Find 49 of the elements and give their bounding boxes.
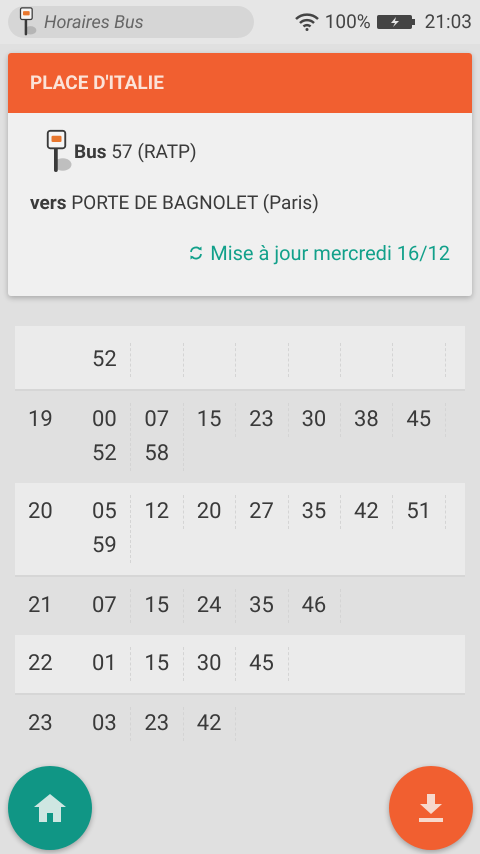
hour-cell: 23 xyxy=(28,711,53,736)
minute-cell: 03 xyxy=(79,707,132,741)
minute-cell: 20 xyxy=(184,495,236,529)
minute-cell: 07 xyxy=(79,589,132,623)
download-icon xyxy=(419,794,443,822)
minute-cell: 23 xyxy=(131,707,184,741)
minute-cell: 00 52 xyxy=(79,403,132,471)
minute-cell: 30 xyxy=(288,403,341,437)
minute-cell: 35 xyxy=(236,589,289,623)
battery-level: 100% xyxy=(324,8,371,35)
bus-stop-sign-icon xyxy=(44,129,74,175)
app-title-pill[interactable]: Horaires Bus xyxy=(8,6,254,38)
minute-cell: 35 xyxy=(288,495,341,529)
minute-cell: 45 xyxy=(236,647,289,681)
minute-cell: 23 xyxy=(236,403,289,437)
update-date[interactable]: Mise à jour mercredi 16/12 xyxy=(210,238,450,268)
minute-cell: 45 xyxy=(393,403,446,437)
minute-cell: 27 xyxy=(236,495,289,529)
minute-cell: 42 xyxy=(184,707,236,741)
hour-cell: 22 xyxy=(28,651,53,676)
minute-cell: 52 xyxy=(79,343,132,377)
minute-cell: 15 xyxy=(131,647,184,681)
stop-name: PLACE D'ITALIE xyxy=(30,70,164,96)
minute-cell: 46 xyxy=(288,589,341,623)
direction: vers PORTE DE BAGNOLET (Paris) xyxy=(30,191,319,214)
minute-cell: 51 xyxy=(393,495,446,529)
minute-cell: 07 58 xyxy=(131,403,184,471)
app-title: Horaires Bus xyxy=(44,10,144,34)
battery-charging-icon xyxy=(376,15,415,29)
home-button[interactable] xyxy=(8,766,92,850)
minute-cell: 30 xyxy=(184,647,236,681)
clock: 21:03 xyxy=(424,8,472,35)
minute-cell: 42 xyxy=(340,495,394,529)
minute-cell: 15 xyxy=(131,589,184,623)
minute-cell: 01 xyxy=(79,647,132,681)
minute-cell: 24 xyxy=(184,589,236,623)
minute-cell: 15 xyxy=(184,403,236,437)
wifi-icon xyxy=(294,13,319,31)
refresh-icon xyxy=(188,244,204,260)
bus-line: Bus 57 (RATP) xyxy=(74,138,197,165)
hour-cell: 21 xyxy=(28,593,53,618)
bus-stop-sign-icon xyxy=(18,7,38,37)
minute-cell: 38 xyxy=(340,403,394,437)
hour-cell: 19 xyxy=(28,407,53,432)
minute-cell: 05 59 xyxy=(79,495,132,563)
download-button[interactable] xyxy=(389,766,473,850)
hour-cell: 20 xyxy=(28,499,53,524)
home-icon xyxy=(34,794,66,822)
minute-cell: 12 xyxy=(131,495,184,529)
